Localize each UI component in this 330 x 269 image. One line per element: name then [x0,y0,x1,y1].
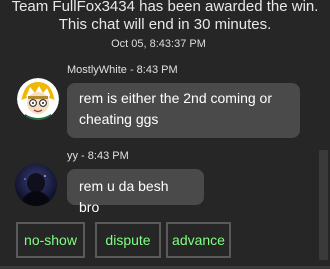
chat-scrollbar[interactable] [317,0,330,269]
no-show-button[interactable]: no-show [16,222,85,258]
message-text-line: rem is either the 2nd coming or [79,90,272,106]
message-sender-meta: MostlyWhite - 8:43 PM [67,64,178,76]
message-bubble: rem is either the 2nd coming or cheating… [67,83,300,138]
system-timestamp: Oct 05, 8:43:37 PM [111,38,206,50]
chat-panel: Team FullFox3434 has been awarded the wi… [0,0,330,269]
advance-button[interactable]: advance [166,222,231,258]
avatar[interactable] [15,164,57,206]
message-text-line: cheating ggs [79,111,159,127]
dark-hooded-figure-avatar-icon [15,164,57,206]
message-bubble: rem u da besh bro [67,169,204,215]
message-sender-meta: yy - 8:43 PM [67,150,129,162]
system-message-award: Team FullFox3434 has been awarded the wi… [11,0,319,15]
system-message-expiry: This chat will end in 30 minutes. [58,16,272,33]
dispute-button[interactable]: dispute [95,222,161,258]
scrollbar-thumb[interactable] [319,150,328,260]
avatar[interactable] [17,78,59,120]
cartoon-character-avatar-icon [17,78,59,120]
